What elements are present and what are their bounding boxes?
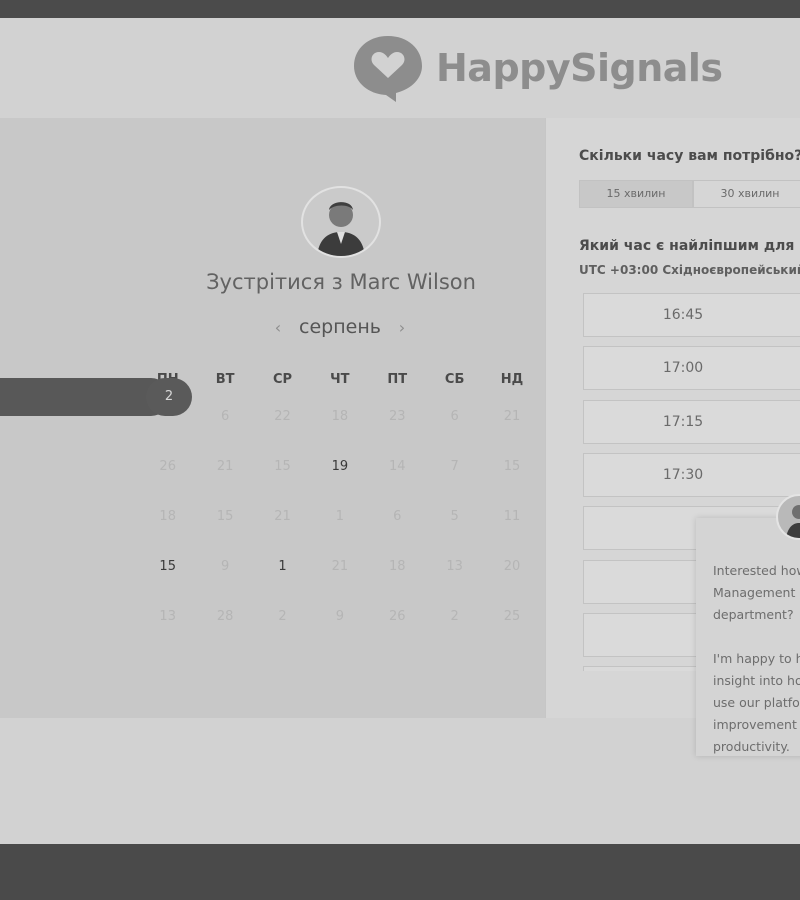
calendar-day: 11 (503, 509, 521, 524)
calendar-day: 2 (278, 609, 287, 624)
month-navigator: ‹ серпень › (270, 314, 410, 340)
calendar-day: 7 (450, 459, 459, 474)
next-month-button[interactable]: › (394, 318, 410, 337)
calendar-panel: Зустрітися з Marc Wilson ‹ серпень › ПН … (0, 118, 546, 718)
calendar-day: 2 (450, 609, 459, 624)
calendar-day: 15 (216, 509, 234, 524)
calendar-day: 21 (331, 559, 349, 574)
weekday-header: ПН ВТ СР ЧТ ПТ СБ НД (139, 368, 541, 392)
page-overlay: HappySignals Зустрітися з Marc Wilson ‹ … (0, 18, 800, 844)
chat-message-line: I'm happy to help you get (713, 651, 800, 666)
chat-message-line: department? (713, 607, 794, 622)
calendar-day: 25 (503, 609, 521, 624)
calendar-day: 15 (503, 459, 521, 474)
timezone-label[interactable]: UTC +03:00 Східноєвропейський час (579, 263, 800, 277)
calendar-day[interactable]: 19 (311, 442, 368, 492)
calendar-day[interactable]: 15 (139, 542, 196, 592)
weekday-label: ВТ (215, 372, 235, 387)
calendar-week: 15 9 1 21 18 13 20 (139, 542, 541, 592)
chat-message-line: insight into how you could (713, 673, 800, 688)
calendar-day: 26 (159, 459, 176, 474)
prev-month-button[interactable]: ‹ (270, 318, 286, 337)
calendar-day: 21 (216, 459, 234, 474)
calendar-day: 5 (450, 509, 459, 524)
person-icon (317, 202, 365, 256)
calendar-day: 20 (503, 559, 521, 574)
calendar-day: 22 (274, 409, 291, 424)
calendar-grid: ПН ВТ СР ЧТ ПТ СБ НД 6221823621262115191… (139, 368, 541, 642)
calendar-days: 6 22 18 23 6 21 26 21 15 19 14 7 15 18 15 21 1 6 5 11 15 9 1 21… (139, 392, 541, 642)
calendar-day: 6 (450, 409, 459, 424)
calendar-day: 28 (216, 609, 234, 624)
weekday-label: ЧТ (330, 372, 350, 387)
calendar-week: 6 22 18 23 6 21 (139, 392, 541, 442)
calendar-day: 9 (220, 559, 230, 574)
calendar-day: 15 (274, 459, 291, 474)
calendar-day: 21 (503, 409, 521, 424)
chat-message-line: use our platform for continual (713, 695, 800, 710)
weekday-label: СР (272, 372, 293, 387)
calendar-day: 6 (220, 409, 230, 424)
calendar-week: 26 21 15 19 14 7 15 (139, 442, 541, 492)
weekday-label: НД (500, 372, 524, 387)
chat-message-line: Management can help your (713, 585, 800, 600)
calendar-day: 6 (393, 509, 402, 524)
heart-bubble-icon (354, 36, 422, 102)
weekday-label: ПТ (387, 372, 408, 387)
chat-message-line: productivity. (713, 739, 790, 754)
calendar-week: 18 15 21 1 6 5 11 (139, 492, 541, 542)
weekday-label: СБ (444, 372, 465, 387)
time-slot-button[interactable]: 17:30 (583, 452, 800, 497)
calendar-day: 1 (335, 509, 344, 524)
host-avatar (301, 186, 381, 258)
calendar-day: 26 (388, 609, 406, 624)
meeting-title: Зустрітися з Marc Wilson (206, 270, 476, 294)
calendar-day: 13 (446, 559, 463, 574)
chat-message-line: Interested how HappySignals (713, 563, 800, 578)
time-slot-button[interactable]: 16:45 (583, 293, 800, 337)
chat-message-line: improvement and increased (713, 717, 800, 732)
calendar-day: 23 (388, 409, 406, 424)
brand-logo[interactable]: HappySignals (350, 32, 723, 104)
time-slot-button[interactable]: 17:15 (583, 399, 800, 444)
brand-name: HappySignals (436, 46, 723, 90)
bottom-band (0, 844, 800, 900)
calendar-day: 18 (159, 509, 176, 524)
person-icon (786, 505, 800, 538)
time-question: Який час є найліпшим для вас? (579, 238, 800, 254)
calendar-day[interactable]: 1 (254, 542, 311, 592)
duration-tab-15[interactable]: 15 хвилин (579, 180, 693, 208)
chat-popup[interactable]: Interested how HappySignals Management c… (696, 518, 800, 756)
calendar-day: 18 (388, 559, 406, 574)
calendar-day: 13 (159, 609, 176, 624)
time-slot-button[interactable]: 17:00 (583, 346, 800, 391)
duration-question: Скільки часу вам потрібно? (579, 148, 800, 164)
duration-tabs: 15 хвилин 30 хвилин (579, 180, 800, 208)
calendar-week: 13 28 2 9 26 2 25 (139, 592, 541, 642)
duration-tab-30[interactable]: 30 хвилин (693, 180, 800, 208)
calendar-day: 9 (335, 609, 344, 624)
selected-day[interactable]: 2 (146, 378, 192, 416)
month-label: серпень (299, 316, 381, 338)
calendar-day: 21 (274, 509, 291, 524)
calendar-day: 14 (388, 459, 406, 474)
calendar-day: 18 (331, 409, 349, 424)
